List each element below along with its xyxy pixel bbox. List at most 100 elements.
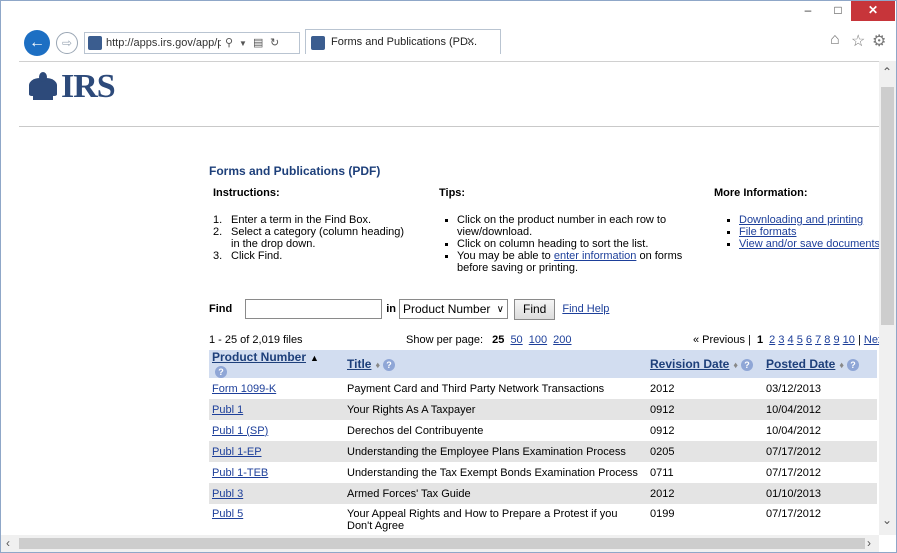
find-bar: Find in Product Number ∨ Find Find Help [209, 298, 609, 320]
browser-window: – □ ✕ ← ⇨ http://apps.irs.gov/app/picl ⚲… [0, 0, 897, 553]
row-title: Understanding the Employee Plans Examina… [344, 441, 647, 462]
settings-gear-icon[interactable]: ⚙ [872, 31, 886, 51]
sort-revision-date-link[interactable]: Revision Date [650, 357, 729, 371]
page-link[interactable]: 6 [806, 334, 812, 346]
downloading-and-printing-link[interactable]: Downloading and printing [739, 214, 863, 226]
column-header-revision-date: Revision Date ♦? [647, 350, 763, 378]
help-icon[interactable]: ? [846, 359, 859, 371]
sort-icon[interactable]: ♦ [839, 360, 844, 370]
page-link[interactable]: 10 [843, 334, 855, 346]
row-posted-date: 07/17/2012 [766, 508, 822, 520]
page-link[interactable]: 3 [778, 334, 784, 346]
irs-eagle-icon [25, 72, 61, 102]
category-select[interactable]: Product Number ∨ [399, 299, 508, 319]
help-icon[interactable]: ? [383, 359, 396, 371]
previous-page-label: « Previous | [693, 334, 751, 346]
dropdown-arrow-icon[interactable]: ▼ [239, 39, 247, 48]
search-icon[interactable]: ⚲ [225, 36, 233, 49]
page-link[interactable]: 2 [769, 334, 775, 346]
page-link[interactable]: 4 [788, 334, 794, 346]
product-link[interactable]: Publ 5 [212, 508, 243, 520]
table-row: Publ 3 Armed Forces' Tax Guide 2012 01/1… [209, 483, 877, 504]
next-page-link[interactable]: Next » [864, 334, 879, 346]
find-button[interactable]: Find [514, 298, 556, 320]
per-page-selector: Show per page: 25 50 100 200 [406, 334, 572, 346]
row-title: Your Appeal Rights and How to Prepare a … [347, 508, 618, 532]
row-title: Payment Card and Third Party Network Tra… [347, 382, 605, 395]
scroll-right-icon[interactable]: › [867, 536, 871, 550]
page-link[interactable]: 7 [815, 334, 821, 346]
per-page-option-200[interactable]: 200 [553, 334, 571, 346]
forward-button[interactable]: ⇨ [56, 32, 78, 54]
table-row: Form 1099-K Payment Card and Third Party… [209, 378, 877, 399]
category-select-value: Product Number [403, 302, 491, 316]
refresh-icon[interactable]: ↻ [270, 36, 279, 49]
pager-separator: | [857, 334, 861, 346]
url-path: /app/picl [192, 37, 221, 49]
page-link[interactable]: 8 [824, 334, 830, 346]
row-title: Your Rights As A Taxpayer [344, 399, 647, 420]
maximize-button[interactable]: □ [823, 1, 853, 21]
sort-icon[interactable]: ♦ [375, 360, 380, 370]
sort-posted-date-link[interactable]: Posted Date [766, 357, 835, 371]
page-link[interactable]: 9 [833, 334, 839, 346]
column-header-posted-date: Posted Date ♦? [763, 350, 877, 378]
sort-title-link[interactable]: Title [347, 357, 371, 371]
back-button[interactable]: ← [24, 30, 50, 56]
row-revision-date: 0199 [650, 508, 675, 520]
tab-favicon-icon [311, 36, 325, 50]
address-url[interactable]: http://apps.irs.gov/app/picl [106, 37, 221, 49]
irs-header: IRS [19, 62, 879, 127]
address-bar[interactable]: http://apps.irs.gov/app/picl ⚲ ▼ ▤ ↻ [84, 32, 300, 54]
sort-icon[interactable]: ♦ [733, 360, 738, 370]
per-page-option-50[interactable]: 50 [510, 334, 522, 346]
sort-icon[interactable]: ▲ [310, 353, 319, 363]
vertical-scrollbar[interactable]: ⌃ ⌄ [879, 61, 896, 535]
page-link[interactable]: 5 [797, 334, 803, 346]
tip-item: Click on column heading to sort the list… [445, 238, 685, 250]
irs-logo[interactable]: IRS [25, 70, 116, 104]
row-posted-date: 03/12/2013 [766, 382, 822, 395]
site-favicon-icon [88, 36, 102, 50]
file-formats-link[interactable]: File formats [739, 226, 796, 238]
result-count: 1 - 25 of 2,019 files [209, 334, 303, 346]
find-input[interactable] [245, 299, 383, 319]
favorites-star-icon[interactable]: ☆ [851, 31, 865, 51]
view-save-documents-link[interactable]: View and/or save documents [739, 238, 879, 250]
sort-product-number-link[interactable]: Product Number [212, 350, 306, 364]
home-icon[interactable]: ⌂ [830, 31, 840, 49]
enter-information-link[interactable]: enter information [554, 250, 637, 262]
tab-close-icon[interactable]: ✕ [466, 35, 475, 48]
product-link[interactable]: Publ 1 [212, 404, 243, 416]
compatibility-view-icon[interactable]: ▤ [253, 36, 263, 49]
product-link[interactable]: Publ 1 (SP) [212, 425, 268, 437]
page-viewport: IRS Forms and Publications (PDF) Instruc… [19, 61, 879, 535]
instruction-item: 1. Enter a term in the Find Box. [213, 214, 372, 226]
help-icon[interactable]: ? [740, 359, 753, 371]
product-link[interactable]: Publ 1-EP [212, 446, 262, 458]
product-link[interactable]: Publ 1-TEB [212, 467, 268, 479]
tip-item: Click on the product number in each row … [445, 214, 685, 238]
help-icon[interactable]: ? [215, 366, 227, 378]
per-page-option-100[interactable]: 100 [529, 334, 547, 346]
close-window-button[interactable]: ✕ [851, 1, 895, 21]
row-revision-date: 0205 [647, 441, 763, 462]
instruction-item: 2. Select a category (column heading) in … [213, 226, 405, 250]
horizontal-scrollbar[interactable]: ‹ › [1, 535, 879, 552]
scroll-left-icon[interactable]: ‹ [6, 536, 10, 550]
tab-forms-and-publications[interactable]: Forms and Publications (PD... ✕ [305, 29, 501, 54]
find-help-link[interactable]: Find Help [562, 303, 609, 315]
tip-item: You may be able to enter information on … [445, 250, 685, 274]
product-link[interactable]: Publ 3 [212, 488, 243, 500]
vertical-scroll-thumb[interactable] [881, 87, 894, 325]
instruction-item: 3. Click Find. [213, 250, 283, 262]
row-posted-date: 07/17/2012 [766, 466, 822, 479]
scroll-down-icon[interactable]: ⌄ [882, 513, 892, 527]
product-link[interactable]: Form 1099-K [212, 383, 276, 395]
table-row: Publ 1-TEB Understanding the Tax Exempt … [209, 462, 877, 483]
minimize-button[interactable]: – [793, 1, 823, 21]
row-title: Armed Forces' Tax Guide [344, 483, 647, 504]
table-row: Publ 5 Your Appeal Rights and How to Pre… [209, 504, 877, 534]
horizontal-scroll-thumb[interactable] [19, 538, 865, 549]
scroll-up-icon[interactable]: ⌃ [882, 65, 892, 79]
